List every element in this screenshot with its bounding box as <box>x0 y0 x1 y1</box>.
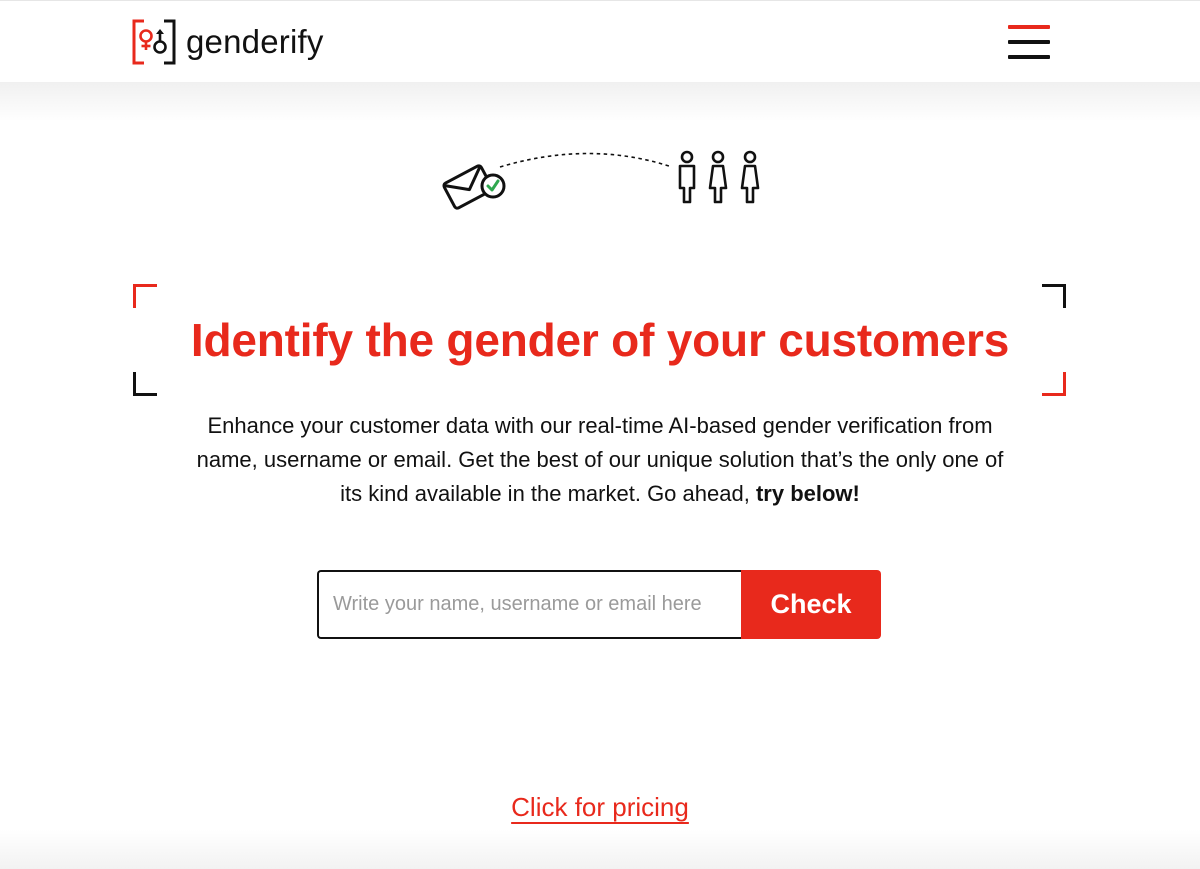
header-shadow <box>0 82 1200 122</box>
check-button[interactable]: Check <box>741 570 881 639</box>
frame-corner-bottom-right <box>1042 372 1066 396</box>
pricing-link[interactable]: Click for pricing <box>400 790 800 824</box>
name-input[interactable] <box>317 570 741 639</box>
bottom-shade <box>0 829 1200 869</box>
gender-symbols-logo-icon <box>132 19 176 65</box>
genderify-logo[interactable]: genderify <box>132 19 324 65</box>
hero-title: Identify the gender of your customers <box>190 314 1010 366</box>
hamburger-menu-button[interactable] <box>1004 23 1054 63</box>
menu-line-middle <box>1008 40 1050 44</box>
hero-description: Enhance your customer data with our real… <box>195 409 1005 511</box>
hero-illustration <box>442 150 760 210</box>
hero-description-text: Enhance your customer data with our real… <box>196 413 1004 506</box>
site-header: genderify <box>0 0 1200 82</box>
envelope-check-icon <box>442 164 506 210</box>
person-female-icon <box>708 150 728 204</box>
menu-line-bottom <box>1008 55 1050 59</box>
people-group-icon <box>678 150 760 204</box>
person-male-icon <box>678 150 696 204</box>
frame-corner-top-left <box>133 284 157 308</box>
frame-corner-top-right <box>1042 284 1066 308</box>
dashed-connector <box>499 152 673 168</box>
brand-name: genderify <box>186 23 324 60</box>
hero-description-emphasis: try below! <box>755 481 860 506</box>
person-female-icon <box>740 150 760 204</box>
gender-check-form: Check <box>317 570 881 639</box>
frame-corner-bottom-left <box>133 372 157 396</box>
menu-line-top <box>1008 25 1050 29</box>
